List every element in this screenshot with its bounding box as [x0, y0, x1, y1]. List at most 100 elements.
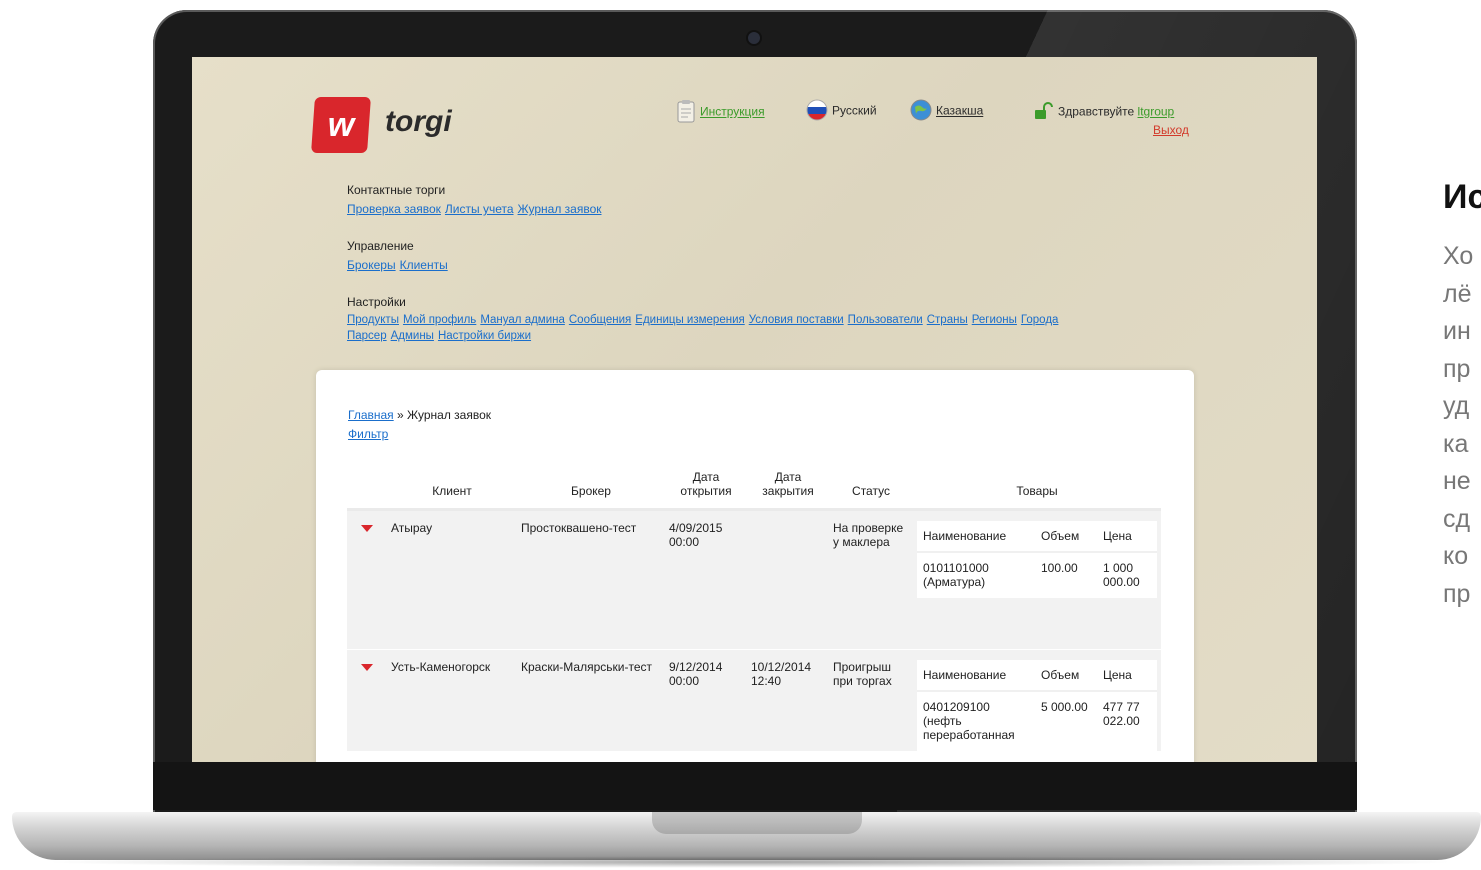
side-line: ко: [1443, 542, 1469, 570]
menu-section-title: Управление: [347, 239, 414, 253]
expand-cell[interactable]: [347, 509, 387, 650]
lang-ru-nav[interactable]: Русский: [806, 99, 877, 124]
orders-journal-panel: Главная » Журнал заявок Фильтр Клиент Бр…: [316, 370, 1194, 762]
menu-link-ledger-sheets[interactable]: Листы учета: [445, 202, 514, 216]
cell-broker: Простоквашено-тест: [517, 509, 665, 650]
cell-closed: [747, 509, 829, 650]
breadcrumb-home-link[interactable]: Главная: [348, 408, 394, 422]
greeting-label: Здравствуйте: [1058, 104, 1135, 119]
laptop-bezel-bottom: [153, 762, 1357, 810]
goods-price: 1 000 000.00: [1097, 552, 1157, 598]
laptop-notch: [652, 812, 862, 834]
goods-volume: 5 000.00: [1035, 691, 1097, 751]
username-link[interactable]: ltgroup: [1138, 105, 1175, 119]
menu-link-my-profile[interactable]: Мой профиль: [403, 314, 476, 326]
camera-icon: [748, 32, 760, 44]
menu-link-cities[interactable]: Города: [1021, 314, 1059, 326]
side-line: пр: [1443, 579, 1471, 608]
column-header-status: Статус: [829, 466, 913, 511]
app-screen: w torgi Инструкция Русский Казакша Здрав…: [192, 57, 1317, 762]
orders-table: Клиент Брокер Дата открытия Дата закрыти…: [347, 466, 1161, 752]
goods-header-name: Наименование: [917, 660, 1035, 692]
goods-header-row: Наименование Объем Цена: [917, 660, 1157, 692]
goods-header-name: Наименование: [917, 521, 1035, 553]
goods-name: 0101101000 (Арматура): [917, 552, 1035, 598]
table-row[interactable]: Атырау Простоквашено-тест 4/09/2015 00:0…: [347, 509, 1161, 650]
cell-opened: 9/12/2014 00:00: [665, 649, 747, 752]
lang-kz-nav[interactable]: Казакша: [910, 99, 983, 124]
breadcrumb: Главная » Журнал заявок: [348, 408, 491, 422]
russia-flag-icon: [806, 99, 828, 124]
goods-volume: 100.00: [1035, 552, 1097, 598]
lang-kz-link[interactable]: Казакша: [936, 104, 983, 118]
cell-goods: Наименование Объем Цена 0401209100 (нефт…: [913, 649, 1161, 752]
breadcrumb-current: Журнал заявок: [407, 408, 491, 422]
logout-link[interactable]: Выход: [1153, 123, 1189, 137]
instructions-link[interactable]: Инструкция: [700, 105, 765, 119]
goods-header-volume: Объем: [1035, 660, 1097, 692]
column-header-opened: Дата открытия: [665, 466, 747, 511]
menu-link-messages[interactable]: Сообщения: [569, 314, 631, 326]
side-line: лё: [1443, 279, 1472, 308]
breadcrumb-separator: »: [393, 408, 408, 422]
goods-header-volume: Объем: [1035, 521, 1097, 553]
menu-link-check-orders[interactable]: Проверка заявок: [347, 202, 441, 216]
expand-arrow-icon[interactable]: [361, 664, 373, 671]
menu-link-units[interactable]: Единицы измерения: [635, 314, 744, 326]
filter-toggle[interactable]: Фильтр: [348, 427, 388, 441]
goods-name: 0401209100 (нефть переработанная: [917, 691, 1035, 751]
filter-link[interactable]: Фильтр: [348, 427, 388, 441]
expand-column-header: [347, 466, 387, 511]
menu-link-exchange-settings[interactable]: Настройки биржи: [438, 330, 531, 342]
cell-broker: Краски-Малярськи-тест: [517, 649, 665, 752]
side-line: пр: [1443, 354, 1471, 383]
instructions-nav[interactable]: Инструкция: [676, 99, 765, 126]
column-header-closed: Дата закрытия: [747, 466, 829, 511]
side-line: ин: [1443, 317, 1471, 345]
cell-status: Проигрыш при торгах: [829, 649, 913, 752]
menu-link-clients[interactable]: Клиенты: [400, 258, 448, 272]
menu-section-management: Управление Брокеры Клиенты: [347, 239, 452, 272]
logout-nav[interactable]: Выход: [1153, 123, 1189, 137]
menu-section-title: Настройки: [347, 295, 406, 309]
expand-cell[interactable]: [347, 649, 387, 752]
goods-header-price: Цена: [1097, 660, 1157, 692]
side-line: Хо: [1443, 242, 1474, 270]
user-greeting: Здравствуйте ltgroup: [1034, 102, 1174, 123]
menu-section-settings: Настройки Продукты Мой профиль Мануал адми…: [347, 295, 1062, 342]
column-header-goods: Товары: [913, 466, 1161, 511]
menu-link-countries[interactable]: Страны: [927, 314, 968, 326]
side-paragraph: Хо лё ин пр уд ка не сд ко пр: [1443, 238, 1473, 613]
goods-price: 477 77 022.00: [1097, 691, 1157, 751]
globe-icon: [910, 99, 932, 124]
side-line: не: [1443, 467, 1471, 495]
table-header-row: Клиент Брокер Дата открытия Дата закрыти…: [347, 466, 1161, 511]
laptop-shadow: [40, 856, 1460, 868]
cell-status: На проверке у маклера: [829, 509, 913, 650]
menu-link-parser[interactable]: Парсер: [347, 330, 387, 342]
cell-client: Атырау: [387, 509, 517, 650]
lang-ru-label[interactable]: Русский: [832, 104, 877, 118]
menu-link-admin-manual[interactable]: Мануал админа: [480, 314, 565, 326]
table-row[interactable]: Усть-Каменогорск Краски-Малярськи-тест 9…: [347, 649, 1161, 752]
document-icon: [676, 99, 696, 126]
menu-link-users[interactable]: Пользователи: [848, 314, 923, 326]
menu-link-brokers[interactable]: Брокеры: [347, 258, 396, 272]
logo-letter: w: [327, 106, 355, 144]
lock-icon: [1034, 102, 1054, 123]
logo-text: torgi: [385, 105, 452, 138]
menu-link-orders-journal[interactable]: Журнал заявок: [518, 202, 602, 216]
menu-link-delivery-terms[interactable]: Условия поставки: [749, 314, 844, 326]
goods-table: Наименование Объем Цена 0401209100 (нефт…: [917, 660, 1157, 751]
side-line: ка: [1443, 429, 1469, 458]
goods-header-row: Наименование Объем Цена: [917, 521, 1157, 553]
side-line: уд: [1443, 392, 1470, 420]
cell-goods: Наименование Объем Цена 0101101000 (Арма…: [913, 509, 1161, 650]
menu-section-title: Контактные торги: [347, 183, 446, 197]
expand-arrow-icon[interactable]: [361, 525, 373, 532]
goods-table: Наименование Объем Цена 0101101000 (Арма…: [917, 521, 1157, 598]
menu-link-products[interactable]: Продукты: [347, 314, 399, 326]
menu-link-regions[interactable]: Регионы: [972, 314, 1017, 326]
menu-link-admins[interactable]: Админы: [391, 330, 434, 342]
column-header-broker: Брокер: [517, 466, 665, 511]
